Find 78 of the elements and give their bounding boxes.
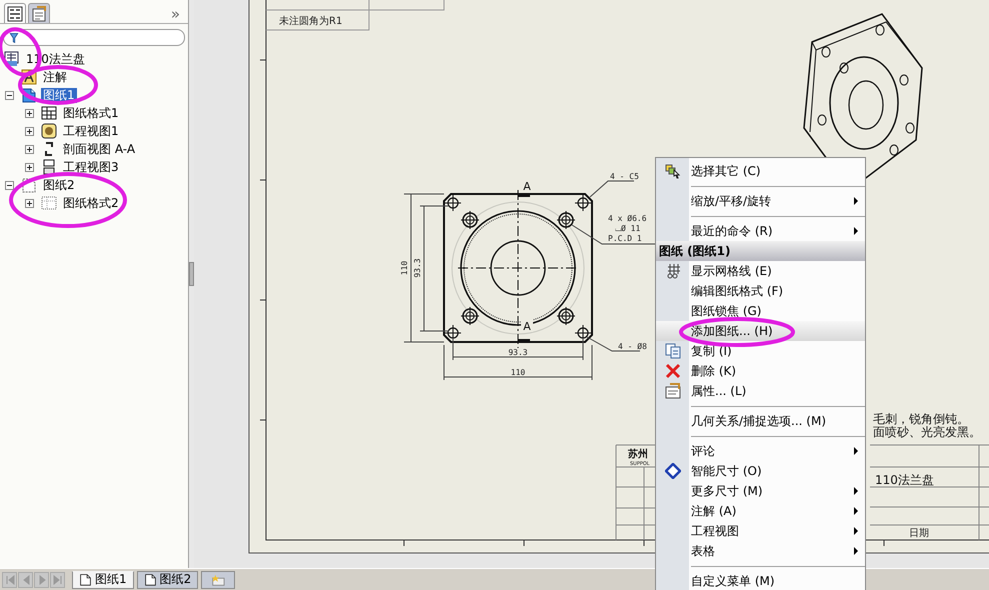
menu-item[interactable]: 缩放/平移/旋转 [656,191,865,211]
expand-toggle[interactable] [5,90,14,100]
menu-item[interactable]: 图纸锁焦 (G) [656,301,865,321]
note-text: 毛刺，锐角倒钝。 [873,412,969,426]
note-text: 4 - Ø8 [618,342,647,351]
expand-toggle[interactable] [25,198,34,208]
filter-icon [8,32,20,44]
collapse-button[interactable]: » [170,5,184,23]
menu-item[interactable]: 自定义菜单 (M) [656,571,865,590]
menu-item[interactable]: 工程视图 [656,521,865,541]
tree-item[interactable]: 图纸格式2 [61,196,121,210]
section-label: A [523,320,531,333]
delete-icon [664,363,680,379]
note-text: 面喷砂、光亮发黑。 [873,425,981,439]
note-text: 4 - C5 [610,172,639,181]
menu-item[interactable]: 智能尺寸 (O) [656,461,865,481]
properties-icon [664,383,680,399]
expand-toggle[interactable] [25,108,34,118]
callout-text: P.C.D 1 [608,234,642,243]
menu-item[interactable]: 复制 (I) [656,341,865,361]
menu-item[interactable]: 表格 [656,541,865,561]
sheet-format-icon [41,195,57,211]
drawing-view-icon [41,123,57,139]
sheet-tab[interactable]: 图纸2 [136,570,198,588]
property-manager-icon [31,6,47,22]
field-label: 日期 [909,528,929,539]
menu-item[interactable]: 属性... (L) [656,381,865,401]
dimension-text: 93.3 [508,348,528,357]
expand-toggle[interactable] [25,162,34,172]
grid-icon [664,263,680,279]
menu-item[interactable]: 评论 [656,441,865,461]
dimension-text: 110 [400,260,409,276]
sheet-format-icon [41,105,57,121]
menu-section-header: 图纸 (图纸1) [656,241,865,261]
menu-item[interactable]: 编辑图纸格式 (F) [656,281,865,301]
tree-item[interactable]: 剖面视图 A-A [61,142,138,156]
tree-item[interactable]: 图纸2 [41,178,77,192]
dimension-text: 93.3 [413,258,422,278]
leader-line [590,180,634,198]
expand-toggle[interactable] [25,126,34,136]
feature-tree-icon [7,6,23,22]
company-name: 苏州 [628,449,648,460]
tree-item[interactable]: 图纸格式1 [61,106,121,120]
dimension-text: 110 [510,368,526,377]
sheet-icon [79,573,92,586]
navigation-arrow-icon [52,574,62,584]
panel-tab[interactable] [4,3,26,23]
tree-item[interactable]: 工程视图1 [61,124,121,138]
section-label: A [523,180,531,193]
menu-item[interactable]: 显示网格线 (E) [656,261,865,281]
tree-item[interactable]: 工程视图3 [61,160,121,174]
menu-item[interactable]: 添加图纸... (H) [656,321,865,341]
filter-field[interactable] [3,29,185,46]
drawing-icon [4,51,20,67]
menu-item[interactable]: 几何关系/捕捉选项... (M) [656,411,865,431]
callout-text: ⌴Ø 11 [615,224,640,233]
splitter-handle[interactable] [189,262,194,286]
copy-icon [664,343,680,359]
add-sheet-icon [210,572,226,586]
navigation-arrow-icon [4,574,14,584]
expand-toggle[interactable] [5,180,14,190]
menu-item[interactable]: 更多尺寸 (M) [656,481,865,501]
sheet-tab[interactable]: 图纸1 [72,570,134,588]
add-sheet-button[interactable] [201,570,236,588]
menu-item[interactable]: 最近的命令 (R) [656,221,865,241]
select-other-icon [664,163,680,179]
part-name: 110法兰盘 [875,473,934,487]
callout-text: 4 x Ø6.6 [608,214,647,223]
menu-item[interactable]: 选择其它 (C) [656,161,865,181]
sheet-icon [144,573,157,586]
drawing-view-icon [41,159,57,175]
menu-item[interactable]: 删除 (K) [656,361,865,381]
tree-item[interactable]: 注解 [41,70,69,84]
smart-dimension-icon [664,463,680,479]
table-text: 未注圆角为R1 [279,16,342,27]
panel-tab[interactable] [28,3,50,23]
menu-item[interactable]: 注解 (A) [656,501,865,521]
expand-toggle[interactable] [25,144,34,154]
